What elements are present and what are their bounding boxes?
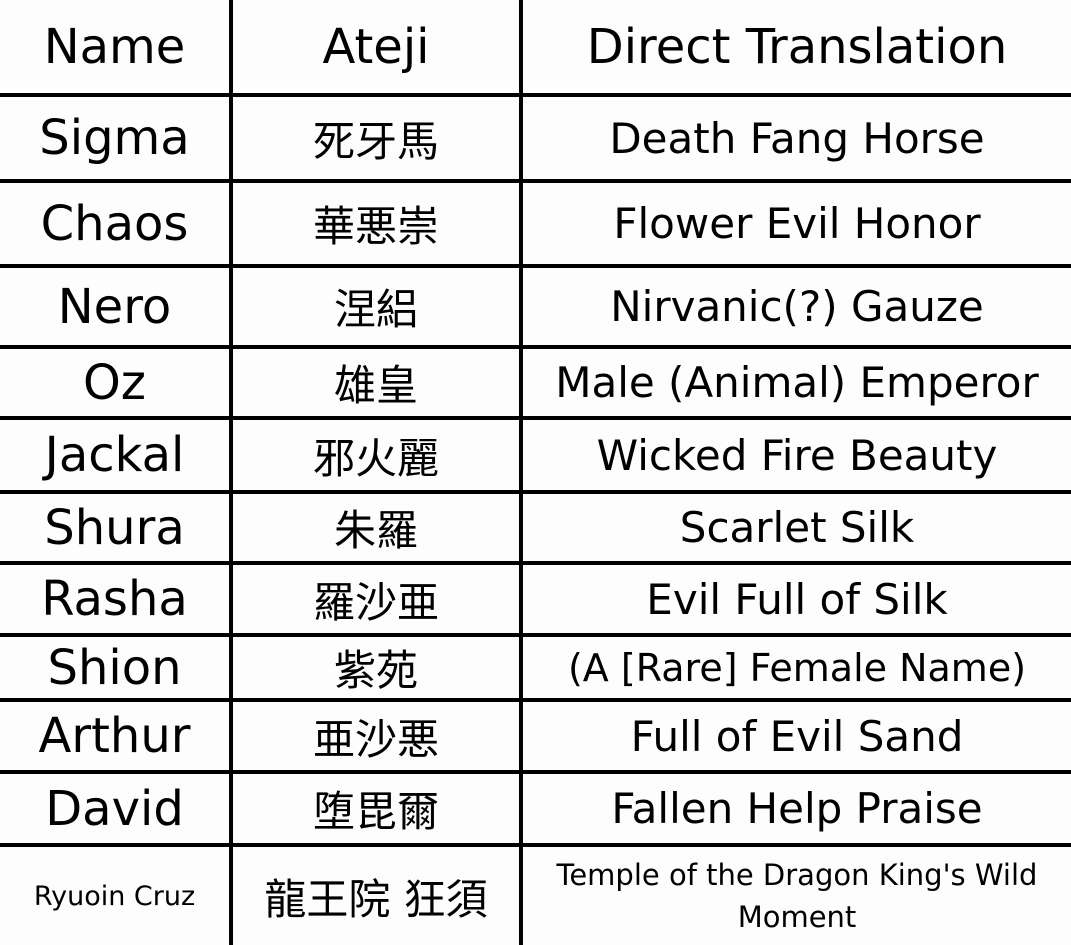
translation-cell: Fallen Help Praise <box>519 770 1071 847</box>
table-row: Jackal 邪火麗 Wicked Fire Beauty <box>0 416 1071 494</box>
translation-cell: (A [Rare] Female Name) <box>519 633 1071 702</box>
name-cell: Nero <box>0 264 233 349</box>
table-row: Chaos 華悪崇 Flower Evil Honor <box>0 179 1071 268</box>
ateji-cell: 雄皇 <box>229 345 523 420</box>
ateji-cell: 紫苑 <box>229 633 523 702</box>
table-row: Oz 雄皇 Male (Animal) Emperor <box>0 345 1071 420</box>
ateji-cell: 龍王院 狂須 <box>229 843 523 945</box>
table-row: Arthur 亜沙悪 Full of Evil Sand <box>0 698 1071 774</box>
header-row: Name Ateji Direct Translation <box>0 0 1071 97</box>
ateji-cell: 羅沙亜 <box>229 561 523 637</box>
ateji-cell: 朱羅 <box>229 490 523 565</box>
header-translation: Direct Translation <box>519 0 1071 97</box>
header-ateji: Ateji <box>229 0 523 97</box>
table-row: Sigma 死牙馬 Death Fang Horse <box>0 93 1071 183</box>
ateji-cell: 華悪崇 <box>229 179 523 268</box>
translation-cell: Death Fang Horse <box>519 93 1071 183</box>
translation-cell: Evil Full of Silk <box>519 561 1071 637</box>
translation-cell: Flower Evil Honor <box>519 179 1071 268</box>
name-cell: Ryuoin Cruz <box>0 843 233 945</box>
name-cell: Oz <box>0 345 233 420</box>
ateji-cell: 邪火麗 <box>229 416 523 494</box>
translation-cell: Temple of the Dragon King's Wild Moment <box>519 843 1071 945</box>
ateji-table: Name Ateji Direct Translation Sigma 死牙馬 … <box>0 0 1071 945</box>
translation-cell: Male (Animal) Emperor <box>519 345 1071 420</box>
ateji-cell: 死牙馬 <box>229 93 523 183</box>
header-name: Name <box>0 0 233 97</box>
table-row: Shura 朱羅 Scarlet Silk <box>0 490 1071 565</box>
table-row: Nero 涅絽 Nirvanic(?) Gauze <box>0 264 1071 349</box>
ateji-cell: 涅絽 <box>229 264 523 349</box>
name-cell: David <box>0 770 233 847</box>
translation-cell: Full of Evil Sand <box>519 698 1071 774</box>
table-row: Ryuoin Cruz 龍王院 狂須 Temple of the Dragon … <box>0 843 1071 945</box>
name-cell: Rasha <box>0 561 233 637</box>
translation-cell: Scarlet Silk <box>519 490 1071 565</box>
name-cell: Shion <box>0 633 233 702</box>
table-row: Rasha 羅沙亜 Evil Full of Silk <box>0 561 1071 637</box>
name-cell: Jackal <box>0 416 233 494</box>
ateji-cell: 堕毘爾 <box>229 770 523 847</box>
ateji-cell: 亜沙悪 <box>229 698 523 774</box>
table-row: Shion 紫苑 (A [Rare] Female Name) <box>0 633 1071 702</box>
translation-cell: Wicked Fire Beauty <box>519 416 1071 494</box>
table-row: David 堕毘爾 Fallen Help Praise <box>0 770 1071 847</box>
translation-cell: Nirvanic(?) Gauze <box>519 264 1071 349</box>
name-cell: Shura <box>0 490 233 565</box>
name-cell: Chaos <box>0 179 233 268</box>
name-cell: Sigma <box>0 93 233 183</box>
name-cell: Arthur <box>0 698 233 774</box>
